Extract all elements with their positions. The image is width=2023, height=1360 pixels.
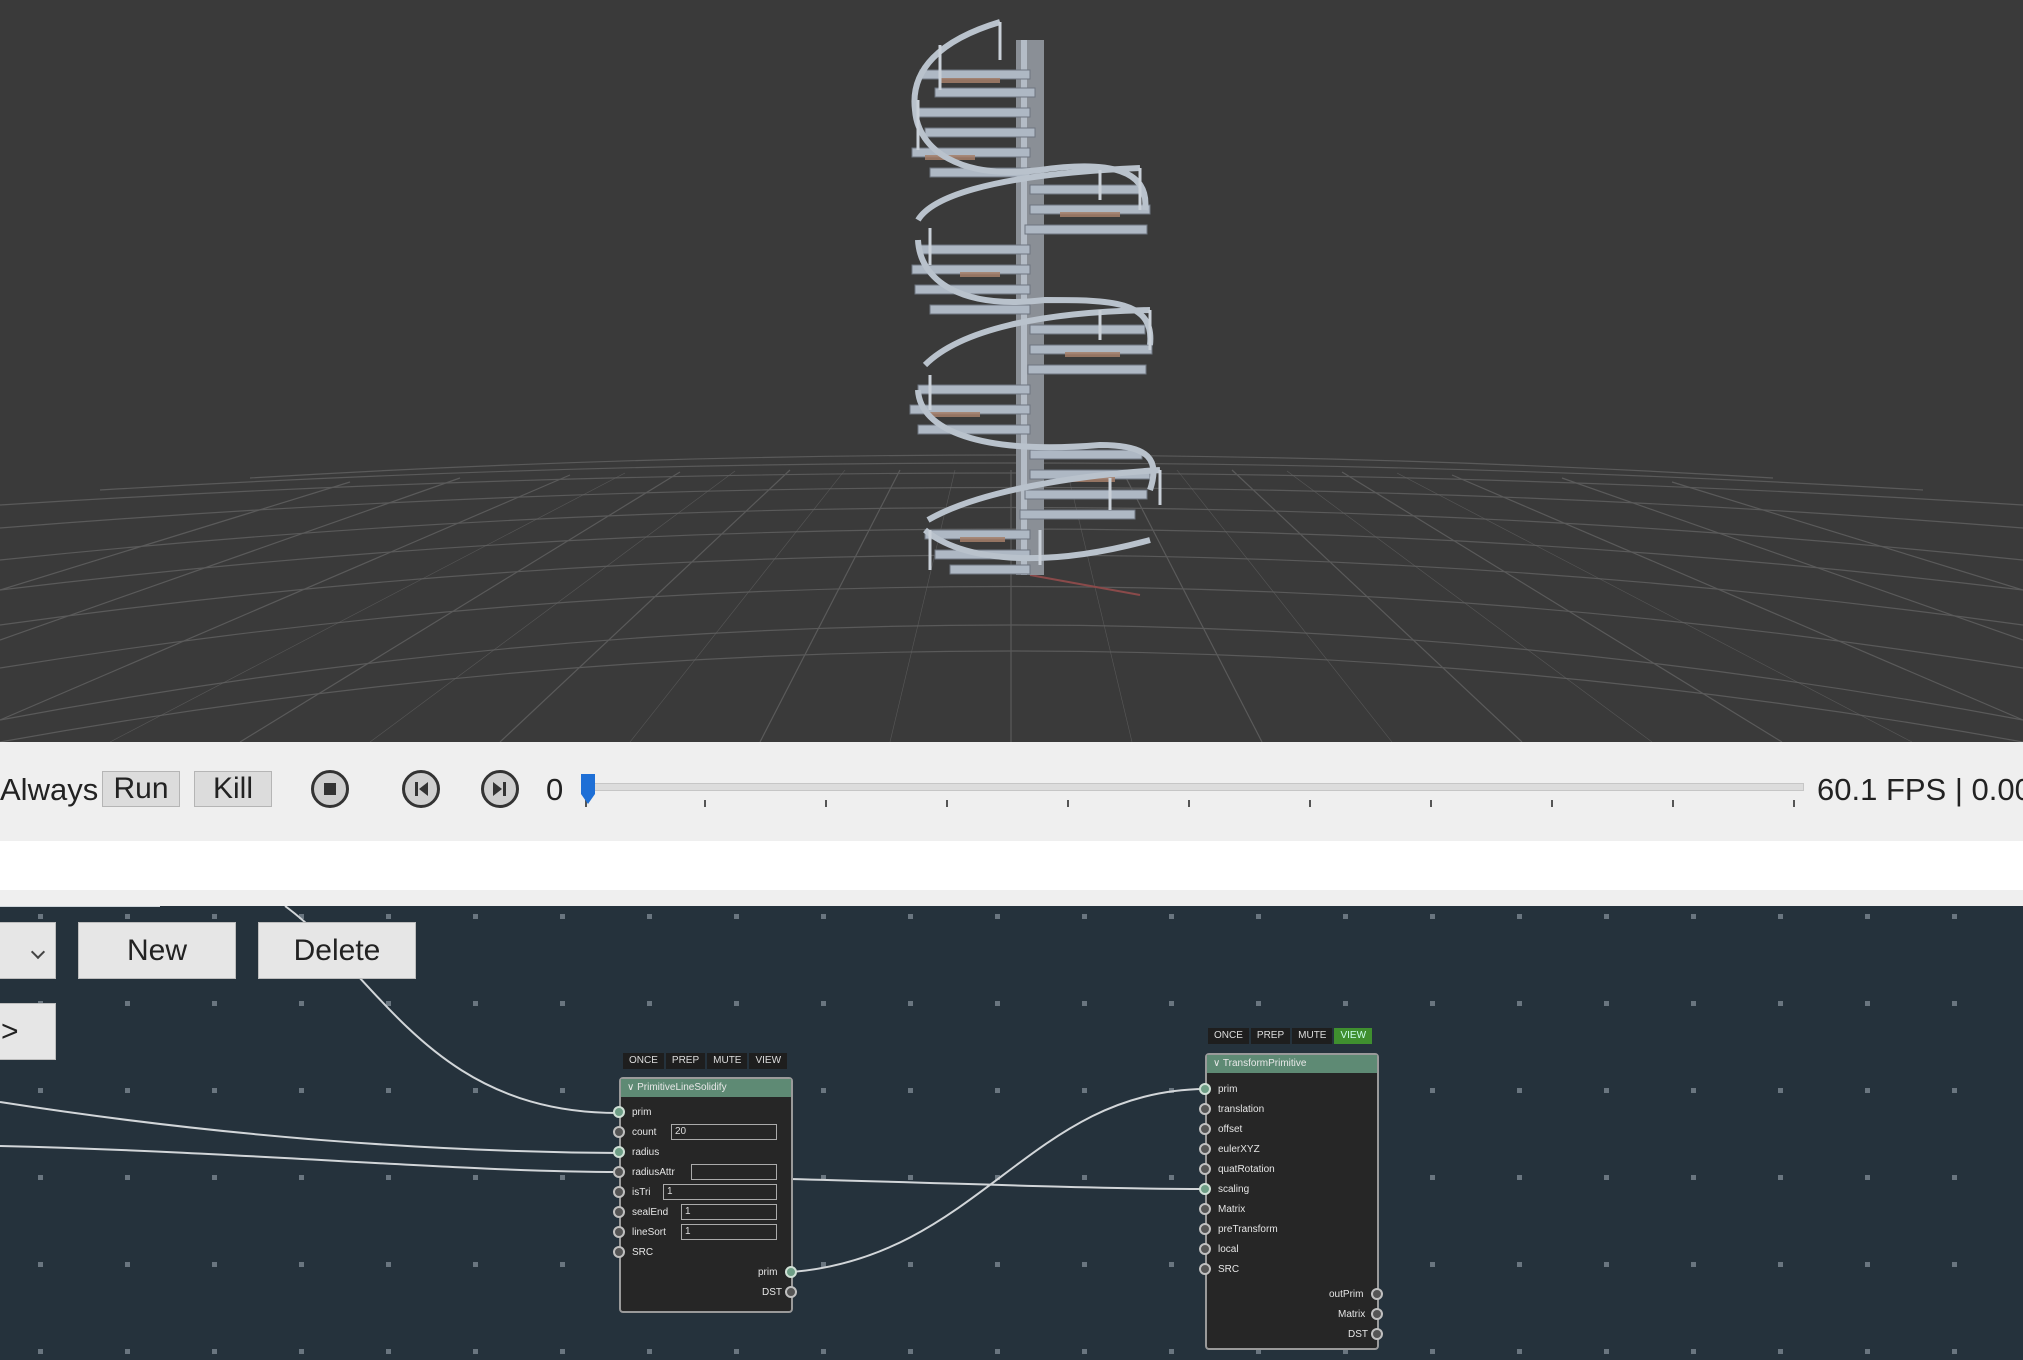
transform-dst-label: DST: [1348, 1329, 1368, 1340]
delete-graph-button[interactable]: Delete: [258, 922, 416, 979]
transform-src-socket[interactable]: [1199, 1263, 1211, 1275]
solidify-prim-socket[interactable]: [613, 1106, 625, 1118]
solidify-istri-input[interactable]: 1: [663, 1184, 777, 1200]
transform-local-label: local: [1218, 1244, 1239, 1255]
solidify-linesort-label: lineSort: [632, 1227, 666, 1238]
transform-matrix-socket[interactable]: [1199, 1203, 1211, 1215]
status-divider: [0, 890, 2023, 906]
solidify-prep-tab[interactable]: PREP: [665, 1053, 706, 1069]
solidify-prim-out-label: prim: [758, 1267, 778, 1278]
transform-scaling-label: scaling: [1218, 1184, 1250, 1195]
node-transform-primitive[interactable]: ∨ TransformPrimitive: [1205, 1053, 1379, 1350]
transform-node-title[interactable]: ∨ TransformPrimitive: [1207, 1055, 1377, 1073]
solidify-dst-label: DST: [762, 1287, 782, 1298]
solidify-node-title-label: PrimitiveLineSolidify: [637, 1082, 727, 1093]
transform-local-socket[interactable]: [1199, 1243, 1211, 1255]
transform-node-tabs: ONCE PREP MUTE VIEW: [1208, 1028, 1373, 1044]
solidify-once-tab[interactable]: ONCE: [623, 1053, 664, 1069]
step-back-icon: [415, 782, 428, 796]
run-button[interactable]: Run: [102, 771, 180, 807]
transform-matrix-label: Matrix: [1218, 1204, 1246, 1215]
collapse-chevron-icon: ∨: [1213, 1058, 1223, 1069]
solidify-mute-tab[interactable]: MUTE: [707, 1053, 748, 1069]
timeline-handle[interactable]: [578, 774, 598, 808]
transform-translation-socket[interactable]: [1199, 1103, 1211, 1115]
ground-grid: [0, 454, 2023, 742]
transform-prim-socket[interactable]: [1199, 1083, 1211, 1095]
solidify-dst-socket[interactable]: [785, 1286, 797, 1298]
status-strip: [0, 841, 2023, 890]
transform-pretransform-label: preTransform: [1218, 1224, 1278, 1235]
transform-mute-tab[interactable]: MUTE: [1292, 1028, 1333, 1044]
chevron-down-icon: [30, 944, 46, 960]
stop-icon: [324, 783, 336, 795]
transform-eulerxyz-label: eulerXYZ: [1218, 1144, 1260, 1155]
solidify-prim-label: prim: [632, 1107, 652, 1118]
graph-select-dropdown[interactable]: [0, 922, 56, 979]
transform-pretransform-socket[interactable]: [1199, 1223, 1211, 1235]
solidify-src-label: SRC: [632, 1247, 654, 1258]
solidify-radius-socket[interactable]: [613, 1146, 625, 1158]
solidify-sealend-label: sealEnd: [632, 1207, 669, 1218]
spiral-staircase-model: [909, 19, 1162, 575]
fps-readout: 60.1 FPS | 0.00 s: [1817, 772, 2023, 807]
transform-dst-socket[interactable]: [1371, 1328, 1383, 1340]
transform-quatrotation-socket[interactable]: [1199, 1163, 1211, 1175]
solidify-sealend-socket[interactable]: [613, 1206, 625, 1218]
viewport-scene: [0, 19, 2023, 742]
transform-prep-tab[interactable]: PREP: [1250, 1028, 1291, 1044]
solidify-count-socket[interactable]: [613, 1126, 625, 1138]
solidify-count-label: count: [632, 1127, 657, 1138]
transform-view-tab[interactable]: VIEW: [1334, 1028, 1373, 1044]
solidify-prim-out-socket[interactable]: [785, 1266, 797, 1278]
prev-frame-button[interactable]: [402, 770, 440, 808]
node-graph-editor[interactable]: New Delete > ONCE PREP MUTE VIEW ∨ Primi…: [0, 906, 2023, 1360]
collapse-chevron-icon: ∨: [627, 1082, 638, 1093]
stop-button[interactable]: [311, 770, 349, 808]
transform-offset-label: offset: [1218, 1124, 1243, 1135]
solidify-src-socket[interactable]: [613, 1246, 625, 1258]
frame-number: 0: [546, 772, 564, 807]
transform-outprim-socket[interactable]: [1371, 1288, 1383, 1300]
expand-panel-button[interactable]: >: [0, 1003, 56, 1060]
timeline-ticks: [585, 800, 1795, 807]
step-forward-icon: [493, 782, 506, 796]
kill-button[interactable]: Kill: [194, 771, 272, 807]
solidify-node-title[interactable]: ∨ PrimitiveLineSolidify: [621, 1079, 791, 1097]
solidify-node-tabs: ONCE PREP MUTE VIEW: [623, 1053, 788, 1069]
new-graph-button[interactable]: New: [78, 922, 236, 979]
transform-once-tab[interactable]: ONCE: [1208, 1028, 1249, 1044]
solidify-radiusattr-socket[interactable]: [613, 1166, 625, 1178]
transform-outprim-label: outPrim: [1329, 1289, 1364, 1300]
solidify-istri-label: isTri: [632, 1187, 651, 1198]
transform-quatrotation-label: quatRotation: [1218, 1164, 1275, 1175]
transform-matrix-out-socket[interactable]: [1371, 1308, 1383, 1320]
3d-viewport[interactable]: [0, 0, 2023, 742]
transform-eulerxyz-socket[interactable]: [1199, 1143, 1211, 1155]
solidify-sealend-input[interactable]: 1: [681, 1204, 777, 1220]
transform-prim-label: prim: [1218, 1084, 1238, 1095]
solidify-view-tab[interactable]: VIEW: [749, 1053, 788, 1069]
solidify-istri-socket[interactable]: [613, 1186, 625, 1198]
solidify-linesort-input[interactable]: 1: [681, 1224, 777, 1240]
transform-offset-socket[interactable]: [1199, 1123, 1211, 1135]
timeline-slider[interactable]: [581, 774, 1804, 807]
solidify-radiusattr-input[interactable]: [691, 1164, 777, 1180]
next-frame-button[interactable]: [481, 770, 519, 808]
transform-scaling-socket[interactable]: [1199, 1183, 1211, 1195]
solidify-radius-label: radius: [632, 1147, 660, 1158]
transform-matrix-out-label: Matrix: [1338, 1309, 1366, 1320]
transform-src-label: SRC: [1218, 1264, 1240, 1275]
run-mode-select[interactable]: Always: [0, 772, 98, 808]
transform-translation-label: translation: [1218, 1104, 1265, 1115]
solidify-linesort-socket[interactable]: [613, 1226, 625, 1238]
transform-node-title-label: TransformPrimitive: [1222, 1058, 1307, 1069]
solidify-radiusattr-label: radiusAttr: [632, 1167, 675, 1178]
solidify-count-input[interactable]: 20: [671, 1124, 777, 1140]
